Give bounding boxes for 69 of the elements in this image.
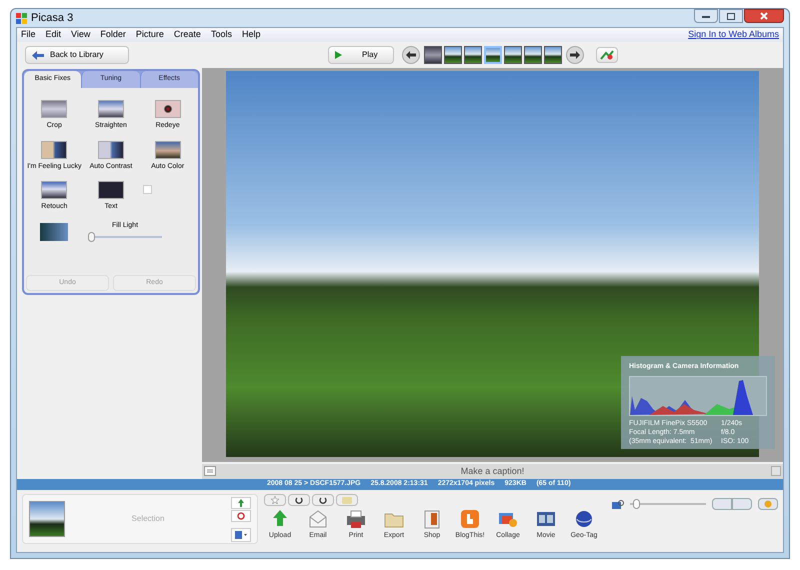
hold-button[interactable] bbox=[231, 496, 251, 508]
email-icon bbox=[307, 508, 329, 530]
menu-item[interactable]: View bbox=[71, 28, 90, 42]
zoom-icon bbox=[612, 500, 624, 508]
star-icon bbox=[271, 496, 279, 504]
menu-item[interactable]: Picture bbox=[136, 28, 164, 42]
menu-item[interactable]: File bbox=[21, 28, 36, 42]
fill-light-slider[interactable] bbox=[88, 232, 162, 242]
play-icon bbox=[335, 51, 342, 59]
caption-icon bbox=[204, 466, 216, 476]
photo-thumbnail-icon bbox=[41, 100, 68, 118]
photo-thumbnail-icon bbox=[154, 100, 181, 118]
minimize-icon bbox=[702, 14, 710, 18]
play-button[interactable]: Play bbox=[328, 46, 394, 64]
next-button[interactable] bbox=[566, 46, 584, 64]
pin-icon bbox=[238, 498, 244, 506]
filmstrip-thumbnail[interactable] bbox=[484, 46, 502, 64]
menu-item[interactable]: Create bbox=[174, 28, 201, 42]
circle-icon bbox=[237, 512, 245, 520]
menu-item[interactable]: Help bbox=[242, 28, 260, 42]
photo-thumbnail-icon bbox=[41, 181, 68, 199]
window-title: Picasa 3 bbox=[31, 10, 74, 26]
filmstrip-thumbnail[interactable] bbox=[444, 46, 462, 64]
rotate-left-icon bbox=[295, 496, 303, 504]
filmstrip-thumbnail[interactable] bbox=[424, 46, 442, 64]
menu-item[interactable]: Tools bbox=[210, 28, 232, 42]
menu-item[interactable]: Edit bbox=[46, 28, 62, 42]
back-arrow-icon bbox=[32, 50, 44, 60]
filmstrip-thumbnail[interactable] bbox=[464, 46, 482, 64]
photo-thumbnail-icon bbox=[154, 140, 181, 158]
menu-item[interactable]: Folder bbox=[100, 28, 126, 42]
filmstrip-thumbnail[interactable] bbox=[524, 46, 542, 64]
photo-thumbnail-icon bbox=[41, 140, 68, 158]
print-icon bbox=[345, 508, 367, 530]
right-arrow-icon bbox=[570, 51, 580, 59]
filmstrip-thumbnail[interactable] bbox=[504, 46, 522, 64]
blog-icon bbox=[459, 508, 481, 530]
text-sample-icon bbox=[98, 181, 124, 199]
filmstrip-thumbnail[interactable] bbox=[544, 46, 562, 64]
star-button[interactable] bbox=[264, 494, 286, 506]
caption-field[interactable]: Make a caption! bbox=[202, 464, 783, 479]
album-dropdown-button[interactable] bbox=[231, 528, 251, 542]
circle-icon bbox=[764, 500, 772, 508]
tag-button[interactable] bbox=[596, 47, 618, 63]
sign-in-link[interactable]: Sign In to Web Albums bbox=[688, 28, 779, 42]
back-to-library-button[interactable]: Back to Library bbox=[25, 46, 129, 64]
rotate-right-button[interactable] bbox=[312, 494, 334, 506]
left-arrow-icon bbox=[406, 51, 416, 59]
tag-icon bbox=[600, 50, 614, 60]
close-button[interactable] bbox=[744, 9, 784, 23]
maximize-icon bbox=[727, 12, 735, 20]
rotate-left-button[interactable] bbox=[288, 494, 310, 506]
selection-label: Selection bbox=[130, 513, 166, 525]
photo-thumbnail-icon bbox=[98, 140, 124, 158]
photo-thumbnail-icon bbox=[98, 100, 124, 118]
tag-icon bbox=[342, 496, 352, 504]
album-icon bbox=[235, 530, 247, 538]
geotag-icon bbox=[573, 508, 595, 530]
tray-photo-thumbnail bbox=[29, 501, 65, 537]
fill-light-photo bbox=[40, 222, 68, 240]
clear-button[interactable] bbox=[231, 510, 251, 522]
zoom-slider[interactable] bbox=[630, 499, 706, 509]
maximize-button[interactable] bbox=[719, 9, 743, 23]
tag-icon bbox=[771, 466, 781, 476]
rotate-right-icon bbox=[319, 496, 327, 504]
previous-button[interactable] bbox=[402, 46, 420, 64]
minimize-button[interactable] bbox=[694, 9, 718, 23]
app-logo-icon bbox=[16, 12, 27, 24]
close-icon bbox=[760, 12, 768, 20]
